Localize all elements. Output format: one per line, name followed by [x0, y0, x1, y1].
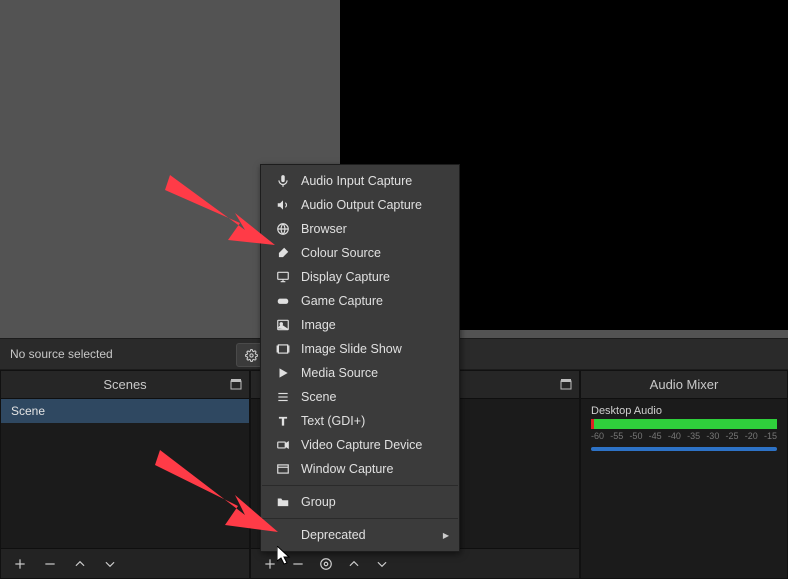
menu-item-label: Media Source: [301, 366, 378, 380]
gamepad-icon: [275, 294, 290, 309]
volume-slider[interactable]: [591, 447, 777, 451]
dock-icon[interactable]: [559, 377, 573, 391]
menu-item-label: Deprecated: [301, 528, 366, 542]
menu-image[interactable]: Image: [261, 313, 459, 337]
scale-tick: -50: [629, 431, 642, 441]
folder-icon: [275, 495, 290, 510]
scene-item-label: Scene: [11, 404, 45, 418]
menu-deprecated[interactable]: Deprecated: [261, 523, 459, 547]
audio-mixer-panel: Audio Mixer Desktop Audio -60 -55 -50 -4…: [580, 370, 788, 579]
camera-icon: [275, 438, 290, 453]
menu-item-label: Audio Output Capture: [301, 198, 422, 212]
scenes-toolbar: [1, 548, 249, 578]
menu-scene[interactable]: Scene: [261, 385, 459, 409]
menu-display-capture[interactable]: Display Capture: [261, 265, 459, 289]
menu-image-slide-show[interactable]: Image Slide Show: [261, 337, 459, 361]
menu-item-label: Game Capture: [301, 294, 383, 308]
menu-item-label: Text (GDI+): [301, 414, 365, 428]
menu-separator: [262, 518, 458, 519]
menu-browser[interactable]: Browser: [261, 217, 459, 241]
menu-game-capture[interactable]: Game Capture: [261, 289, 459, 313]
globe-icon: [275, 222, 290, 237]
dock-icon[interactable]: [229, 377, 243, 391]
add-source-context-menu: Audio Input Capture Audio Output Capture…: [260, 164, 460, 552]
add-source-button[interactable]: [261, 555, 279, 573]
scenes-title: Scenes: [103, 377, 146, 392]
menu-text-gdi[interactable]: Text (GDI+): [261, 409, 459, 433]
menu-group[interactable]: Group: [261, 490, 459, 514]
scale-tick: -15: [764, 431, 777, 441]
move-source-down-button[interactable]: [373, 555, 391, 573]
menu-item-label: Image: [301, 318, 336, 332]
remove-source-button[interactable]: [289, 555, 307, 573]
mixer-track-label: Desktop Audio: [591, 405, 777, 417]
audio-meter: [591, 419, 777, 429]
no-source-label: No source selected: [10, 347, 113, 361]
mixer-title: Audio Mixer: [650, 377, 719, 392]
scene-item[interactable]: Scene: [1, 399, 249, 423]
list-icon: [275, 390, 290, 405]
menu-item-label: Scene: [301, 390, 336, 404]
monitor-icon: [275, 270, 290, 285]
gear-icon: [245, 349, 258, 362]
scenes-header: Scenes: [1, 371, 249, 399]
menu-media-source[interactable]: Media Source: [261, 361, 459, 385]
source-properties-button[interactable]: [317, 555, 335, 573]
scale-tick: -20: [745, 431, 758, 441]
menu-item-label: Colour Source: [301, 246, 381, 260]
move-scene-down-button[interactable]: [101, 555, 119, 573]
mic-icon: [275, 174, 290, 189]
scale-tick: -60: [591, 431, 604, 441]
menu-item-label: Window Capture: [301, 462, 393, 476]
scenes-list[interactable]: Scene: [1, 399, 249, 548]
scale-tick: -45: [649, 431, 662, 441]
audio-scale: -60 -55 -50 -45 -40 -35 -30 -25 -20 -15: [591, 431, 777, 441]
menu-item-label: Browser: [301, 222, 347, 236]
mixer-header: Audio Mixer: [581, 371, 787, 399]
menu-window-capture[interactable]: Window Capture: [261, 457, 459, 481]
add-scene-button[interactable]: [11, 555, 29, 573]
menu-item-label: Audio Input Capture: [301, 174, 412, 188]
menu-audio-input-capture[interactable]: Audio Input Capture: [261, 169, 459, 193]
text-icon: [275, 414, 290, 429]
scale-tick: -55: [610, 431, 623, 441]
brush-icon: [275, 246, 290, 261]
scale-tick: -35: [687, 431, 700, 441]
menu-item-label: Group: [301, 495, 336, 509]
window-icon: [275, 462, 290, 477]
move-source-up-button[interactable]: [345, 555, 363, 573]
menu-item-label: Image Slide Show: [301, 342, 402, 356]
move-scene-up-button[interactable]: [71, 555, 89, 573]
scenes-panel: Scenes Scene: [0, 370, 250, 579]
menu-video-capture-device[interactable]: Video Capture Device: [261, 433, 459, 457]
menu-audio-output-capture[interactable]: Audio Output Capture: [261, 193, 459, 217]
sources-toolbar: [251, 548, 579, 578]
menu-separator: [262, 485, 458, 486]
play-icon: [275, 366, 290, 381]
image-icon: [275, 318, 290, 333]
speaker-icon: [275, 198, 290, 213]
scale-tick: -25: [726, 431, 739, 441]
slideshow-icon: [275, 342, 290, 357]
scale-tick: -40: [668, 431, 681, 441]
menu-item-label: Display Capture: [301, 270, 390, 284]
scale-tick: -30: [706, 431, 719, 441]
mixer-body: Desktop Audio -60 -55 -50 -45 -40 -35 -3…: [581, 399, 787, 578]
menu-item-label: Video Capture Device: [301, 438, 422, 452]
remove-scene-button[interactable]: [41, 555, 59, 573]
menu-colour-source[interactable]: Colour Source: [261, 241, 459, 265]
